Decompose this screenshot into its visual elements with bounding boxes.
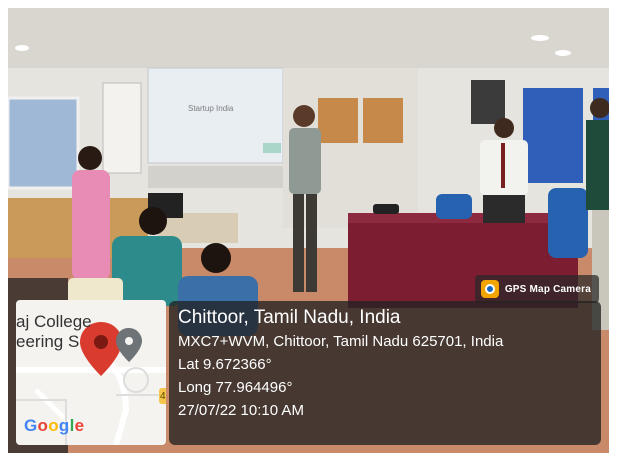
map-thumbnail: aj College eering S 4 Google [16, 300, 166, 445]
road-number: 4 [160, 391, 166, 402]
google-logo: Google [24, 416, 84, 436]
longitude-value: Long 77.964496° [178, 379, 293, 396]
latitude-value: Lat 9.672366° [178, 356, 272, 373]
gps-map-camera-label: GPS Map Camera [504, 283, 591, 295]
map-label-line1: aj College [16, 312, 92, 331]
google-letter: e [74, 416, 85, 435]
gps-map-camera-icon [480, 280, 499, 298]
google-letter: o [48, 416, 59, 435]
location-title: Chittoor, Tamil Nadu, India [178, 307, 401, 328]
google-letter: o [37, 416, 49, 435]
map-label-line2: eering S [16, 332, 80, 351]
gps-map-camera-badge: GPS Map Camera [474, 275, 599, 303]
location-address: MXC7+WVM, Chittoor, Tamil Nadu 625701, I… [178, 333, 504, 350]
location-info-text: Chittoor, Tamil Nadu, India MXC7+WVM, Ch… [178, 306, 503, 422]
screen-text: Startup India [188, 104, 234, 113]
google-letter: G [24, 416, 38, 435]
photo-frame: Startup India GPS Map Camera aj College … [0, 0, 617, 461]
google-letter: g [58, 416, 70, 435]
capture-datetime: 27/07/22 10:10 AM [178, 402, 304, 419]
